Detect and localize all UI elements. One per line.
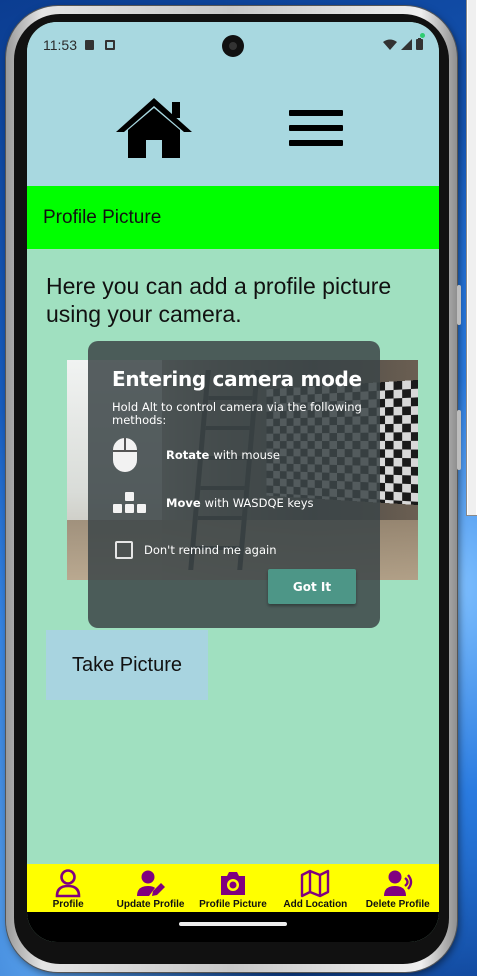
nav-item-profile[interactable]: Profile	[27, 864, 109, 910]
intro-text: Here you can add a profile picture using…	[46, 273, 392, 327]
person-icon	[55, 869, 81, 898]
battery-icon	[416, 38, 423, 50]
background-window-edge	[468, 0, 476, 515]
bottom-navigation: Profile Update Profile Profile Picture A…	[27, 864, 439, 912]
dont-remind-label[interactable]: Don't remind me again	[144, 543, 277, 557]
status-time: 11:53	[43, 37, 77, 53]
nav-item-update-profile[interactable]: Update Profile	[110, 864, 192, 910]
signal-icon	[401, 38, 412, 50]
system-icons	[383, 38, 423, 50]
rotate-instruction: Rotate with mouse	[112, 437, 280, 473]
keyboard-keys-icon	[113, 492, 146, 513]
page-title: Profile Picture	[43, 207, 162, 228]
mouse-icon	[113, 438, 137, 472]
volume-button	[457, 285, 461, 325]
menu-line	[289, 140, 343, 146]
move-bold: Move	[166, 496, 201, 510]
take-picture-button[interactable]: Take Picture	[46, 630, 208, 700]
front-camera	[222, 35, 244, 57]
move-instruction: Move with WASDQE keys	[112, 491, 314, 515]
phone-screen: 11:53 Profile Picture Here you can add a…	[27, 22, 439, 942]
wifi-icon	[383, 39, 397, 50]
edit-person-icon	[136, 870, 165, 896]
nav-label: Profile Picture	[199, 899, 267, 910]
dialog-description: Hold Alt to control camera via the follo…	[112, 400, 362, 427]
home-icon[interactable]	[114, 96, 194, 160]
nav-label: Profile	[52, 899, 84, 910]
home-gesture-bar[interactable]	[179, 922, 287, 926]
nav-label: Delete Profile	[365, 899, 430, 910]
menu-line	[289, 110, 343, 116]
nav-label: Add Location	[283, 899, 348, 910]
power-button	[457, 410, 461, 470]
map-icon	[301, 869, 330, 898]
hamburger-menu-icon[interactable]	[289, 110, 343, 155]
gesture-area	[27, 912, 439, 942]
rotate-bold: Rotate	[166, 448, 210, 462]
background-window	[466, 0, 477, 516]
notification-icon	[105, 40, 115, 50]
status-bar: 11:53	[27, 22, 439, 70]
camera-mode-dialog: Entering camera mode Hold Alt to control…	[88, 341, 380, 628]
sim-icon	[85, 40, 94, 50]
dont-remind-checkbox[interactable]	[115, 541, 133, 559]
camera-icon	[220, 872, 245, 895]
person-remove-icon	[383, 870, 412, 896]
page-title-bar: Profile Picture	[27, 186, 439, 249]
app-header	[27, 70, 439, 186]
nav-label: Update Profile	[116, 899, 185, 910]
nav-item-add-location[interactable]: Add Location	[274, 864, 356, 910]
menu-line	[289, 125, 343, 131]
rotate-rest: with mouse	[213, 448, 280, 462]
got-it-button[interactable]: Got It	[268, 569, 356, 604]
move-rest: with WASDQE keys	[204, 496, 314, 510]
nav-item-delete-profile[interactable]: Delete Profile	[357, 864, 439, 910]
dialog-title: Entering camera mode	[112, 367, 362, 391]
nav-item-profile-picture[interactable]: Profile Picture	[192, 864, 274, 910]
